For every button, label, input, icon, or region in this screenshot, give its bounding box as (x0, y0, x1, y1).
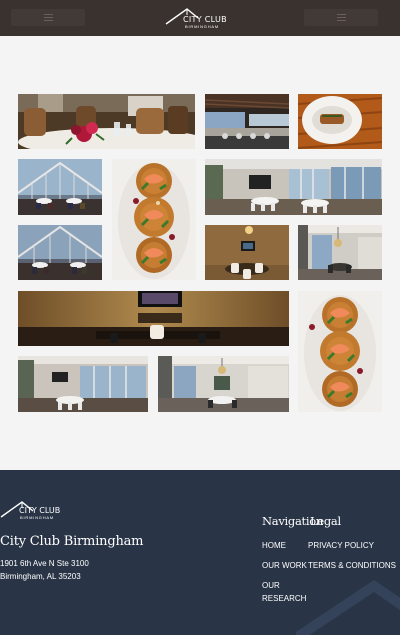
photo-shrimp-fritters-2[interactable] (298, 291, 382, 412)
banquet-image (205, 159, 382, 215)
footer-link-research[interactable]: RESEARCH (262, 592, 306, 605)
bar-image (205, 94, 289, 149)
address-line-2: Birmingham, AL 35203 (0, 572, 81, 581)
photo-round-table-event-room[interactable] (158, 356, 289, 412)
conservatory-image (18, 159, 102, 215)
menu-button-right[interactable] (304, 9, 378, 26)
hamburger-icon (337, 14, 346, 21)
footer-title: City Club Birmingham (0, 534, 144, 549)
footer-link-terms[interactable]: TERMS & CONDITIONS (308, 559, 396, 572)
photo-dining-table-roses[interactable] (18, 94, 195, 149)
private-dining-image (205, 225, 289, 280)
fritters-image-2 (298, 291, 382, 412)
roof-decoration-icon (296, 579, 400, 635)
event-room-image (18, 356, 148, 412)
site-footer: CITY CLUB BIRMINGHAM City Club Birmingha… (0, 470, 400, 635)
dining-table-image (18, 94, 195, 149)
photo-plated-dish[interactable] (298, 94, 382, 149)
footer-link-home[interactable]: HOME (262, 539, 286, 552)
photo-glass-conservatory[interactable] (18, 159, 102, 215)
photo-round-table-room[interactable] (298, 225, 382, 280)
logo-subtitle: BIRMINGHAM (185, 24, 219, 29)
footer-logo[interactable]: CITY CLUB BIRMINGHAM (0, 500, 64, 522)
round-table-image (298, 225, 382, 280)
event-room-image-2 (158, 356, 289, 412)
photo-board-room-tv[interactable] (18, 291, 289, 346)
fritters-image (112, 159, 196, 280)
photo-banquet-hall[interactable] (205, 159, 382, 215)
dish-image (298, 94, 382, 149)
footer-logo-name: CITY CLUB (19, 506, 61, 515)
footer-link-our[interactable]: OUR (262, 579, 280, 592)
board-room-image (18, 291, 289, 346)
site-logo[interactable]: CITY CLUB BIRMINGHAM (165, 6, 229, 30)
menu-button-left[interactable] (11, 9, 85, 26)
logo-name: CITY CLUB (183, 15, 227, 24)
address-line-1: 1901 6th Ave N Ste 3100 (0, 559, 89, 568)
footer-logo-subtitle: BIRMINGHAM (20, 515, 54, 520)
conservatory-night-image (18, 225, 102, 280)
photo-shrimp-fritters[interactable] (112, 159, 196, 280)
photo-bar-stools[interactable] (205, 94, 289, 149)
footer-link-privacy-policy[interactable]: PRIVACY POLICY (308, 539, 374, 552)
photo-event-room-windows[interactable] (18, 356, 148, 412)
photo-private-dining[interactable] (205, 225, 289, 280)
legal-heading: Legal (310, 514, 341, 528)
footer-link-our-work[interactable]: OUR WORK (262, 559, 307, 572)
photo-conservatory-night[interactable] (18, 225, 102, 280)
site-header: CITY CLUB BIRMINGHAM (0, 0, 400, 36)
hamburger-icon (44, 14, 53, 21)
